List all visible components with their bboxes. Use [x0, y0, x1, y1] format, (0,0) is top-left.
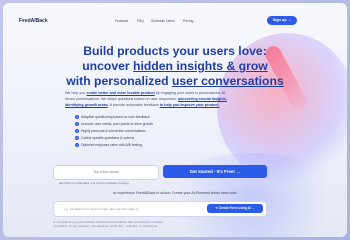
brand-logo[interactable]: FeedAIBack [19, 18, 48, 24]
browser-frame: FeedAIBack Features FAQ Schedule Demo Pr… [0, 0, 350, 240]
subtitle-line-3: identifying growth areas. It provide act… [65, 103, 220, 107]
feature-item: ✓ Collect specific questions & options [75, 136, 135, 141]
headline-line-3: with personalized user conversations [66, 74, 284, 88]
headline-line-2: uncover hidden insights & grow [82, 59, 268, 73]
cta-note: (and help us understand your current fee… [59, 181, 129, 185]
nav-link-features[interactable]: Features [115, 19, 128, 23]
check-icon: ✓ [75, 129, 79, 134]
signup-button[interactable]: Sign up → [267, 16, 297, 25]
ai-form-input-placeholder: e.g. Feedback form about an app, like a … [64, 207, 143, 211]
top-nav: FeedAIBack Features FAQ Schedule Demo Pr… [3, 3, 347, 37]
check-icon: ✓ [75, 136, 79, 141]
check-icon: ✓ [75, 115, 79, 120]
get-started-button[interactable]: Get started - It's Free! → [163, 165, 267, 178]
nav-link-schedule-demo[interactable]: Schedule Demo [151, 19, 175, 23]
create-form-button[interactable]: ✦ Create Form using AI → [207, 204, 263, 213]
nav-link-faq[interactable]: FAQ [137, 19, 144, 23]
footer-text-line-2: your product...for your customers, your … [53, 225, 158, 228]
headline-line-1: Build products your users love: [83, 44, 267, 58]
subtitle-line-2: driven conversations. We adapt questions… [65, 97, 227, 101]
nav-link-pricing[interactable]: Pricing [183, 19, 193, 23]
live-demo-button[interactable]: Try a live demo [53, 165, 159, 180]
ai-demo-prompt: or experience FeedAIBack in action: Crea… [113, 191, 237, 195]
footer-text-line-1: AI: it is easier for your own customers.… [53, 221, 165, 224]
feature-item: ✓ Adaptive questioning based on user feed… [75, 115, 150, 120]
landing-page: FeedAIBack Features FAQ Schedule Demo Pr… [3, 3, 347, 237]
feature-list: ✓ Adaptive questioning based on user feed… [75, 115, 205, 155]
check-icon: ✓ [75, 143, 79, 148]
feature-item: ✓ Optimize response rates with A/B testin… [75, 143, 142, 148]
subtitle-line-1: We help you create better and more lovab… [65, 91, 227, 95]
check-icon: ✓ [75, 122, 79, 127]
feature-item: ✓ Uncover user needs, pain points to driv… [75, 122, 153, 127]
feature-item: ✓ Highly personal & interactive conversat… [75, 129, 146, 134]
